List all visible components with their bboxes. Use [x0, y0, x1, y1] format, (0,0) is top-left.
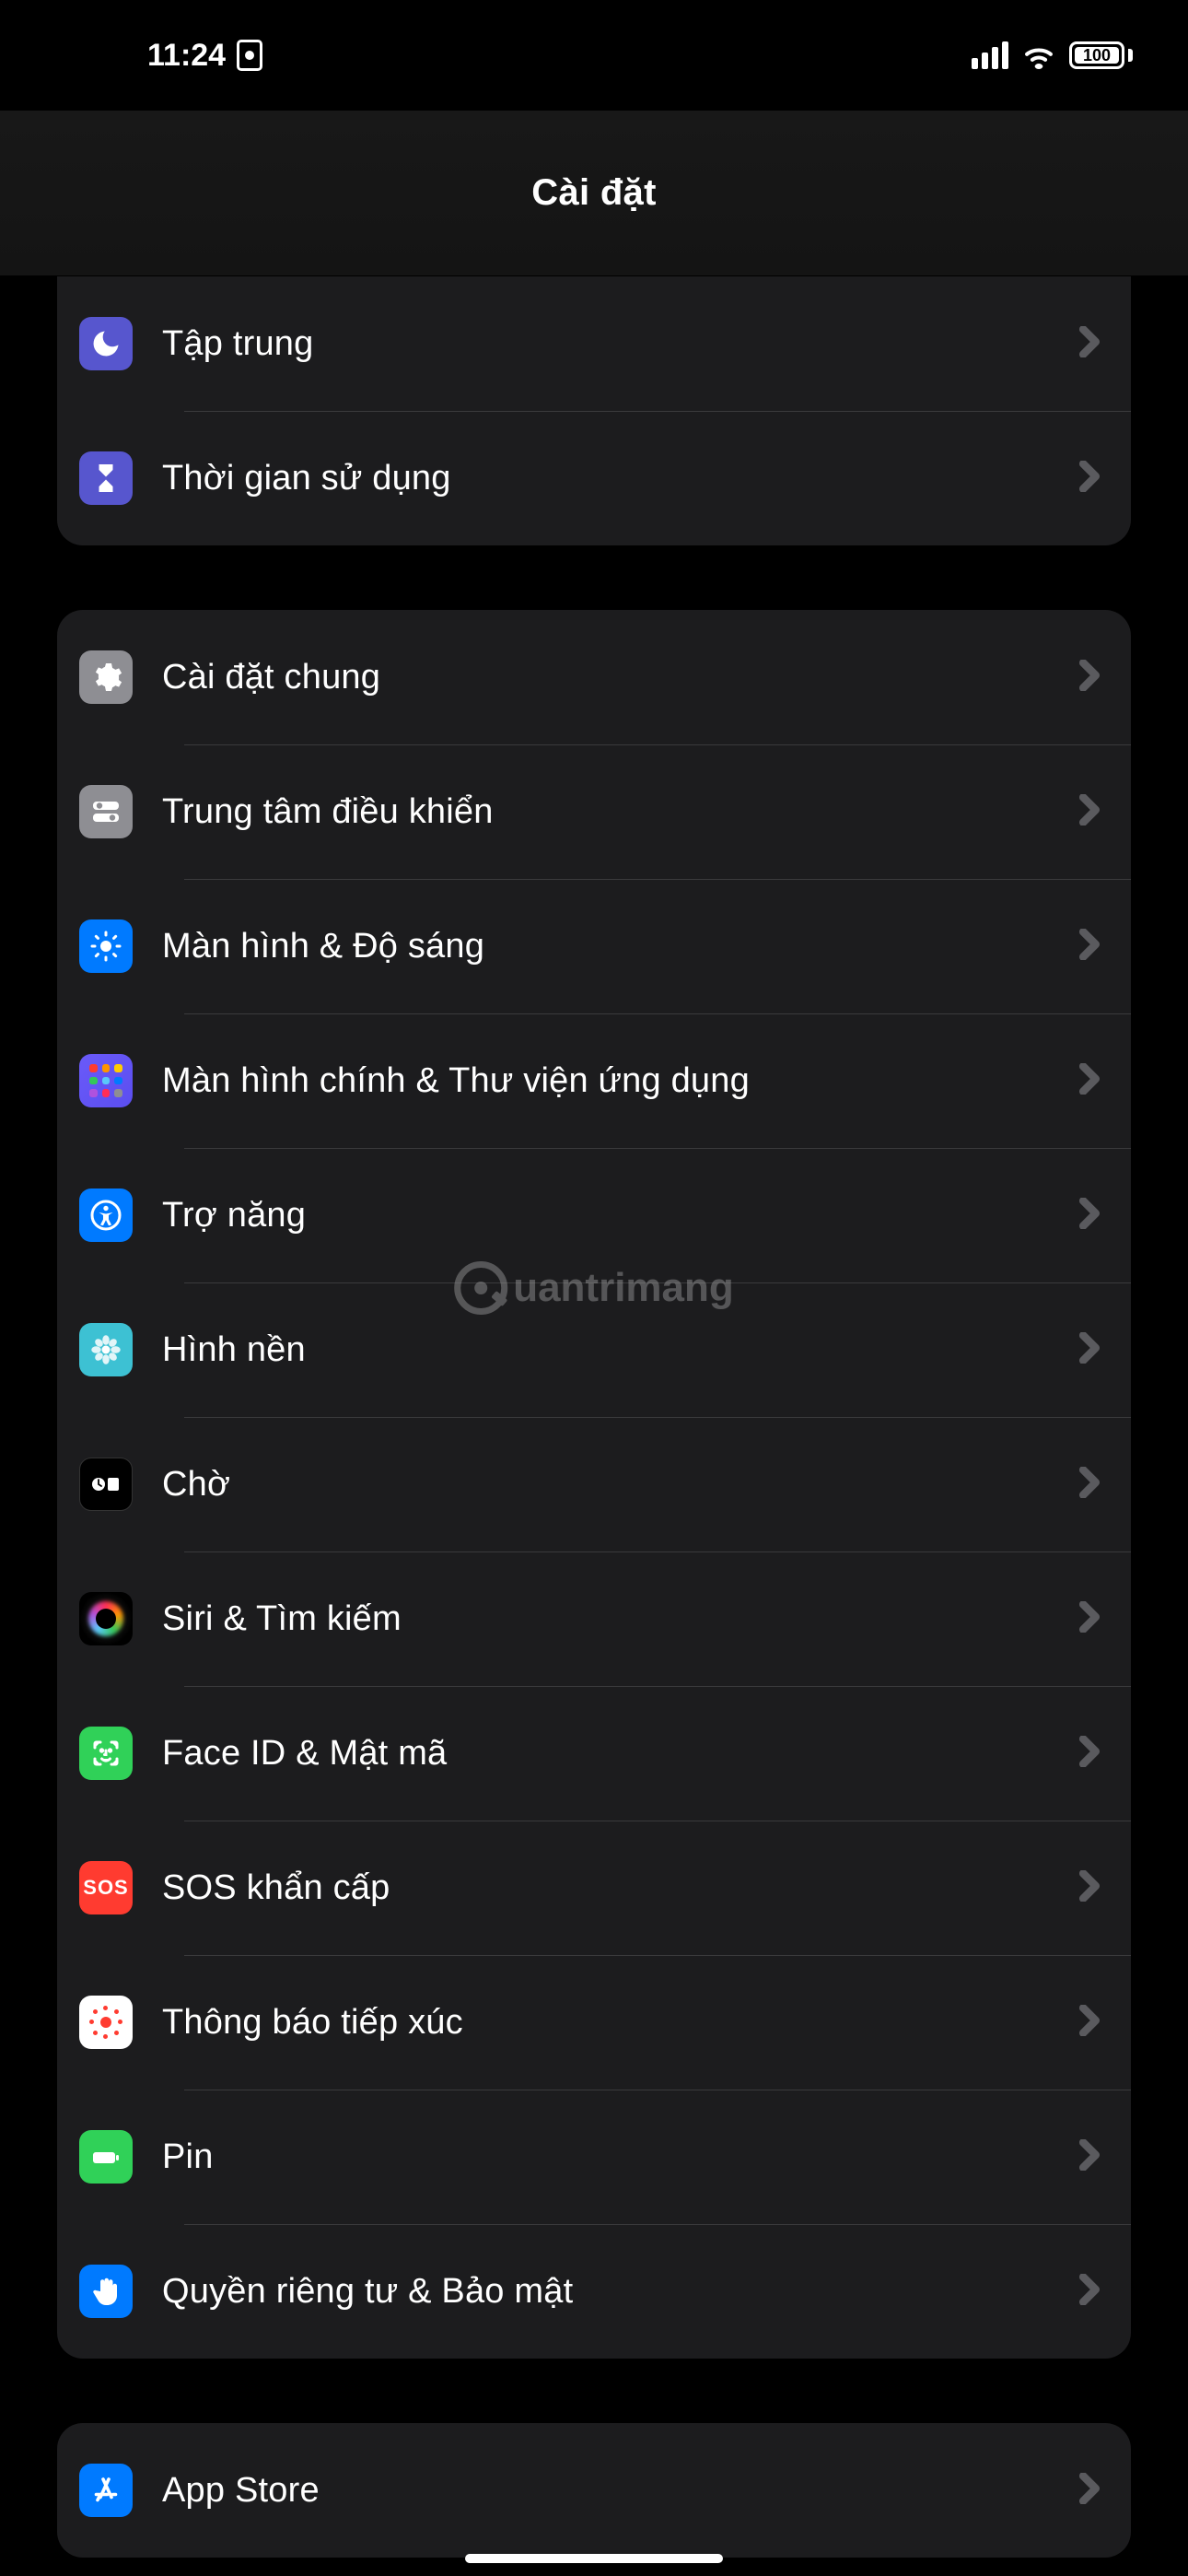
flower-icon [79, 1323, 133, 1376]
control-center-icon [79, 785, 133, 838]
gear-icon [79, 650, 133, 704]
row-label: Quyền riêng tư & Bảo mật [162, 2272, 1079, 2312]
row-label: Cài đặt chung [162, 658, 1079, 697]
row-label: Trợ năng [162, 1196, 1079, 1235]
chevron-right-icon [1079, 1198, 1100, 1234]
row-label: Siri & Tìm kiếm [162, 1599, 1079, 1639]
navigation-bar: Cài đặt [0, 111, 1188, 276]
row-privacy-security[interactable]: Quyền riêng tư & Bảo mật [57, 2224, 1131, 2359]
accessibility-icon [79, 1188, 133, 1242]
chevron-right-icon [1079, 2274, 1100, 2310]
chevron-right-icon [1079, 1736, 1100, 1772]
exposure-icon [79, 1996, 133, 2049]
row-label: App Store [162, 2471, 1079, 2511]
moon-icon [79, 317, 133, 370]
row-label: Thông báo tiếp xúc [162, 2003, 1079, 2043]
siri-icon [79, 1592, 133, 1645]
row-focus[interactable]: Tập trung [57, 276, 1131, 411]
chevron-right-icon [1079, 2139, 1100, 2175]
row-accessibility[interactable]: Trợ năng [57, 1148, 1131, 1282]
row-standby[interactable]: Chờ [57, 1417, 1131, 1551]
row-label: Pin [162, 2137, 1079, 2177]
chevron-right-icon [1079, 461, 1100, 497]
chevron-right-icon [1079, 1601, 1100, 1637]
row-siri-search[interactable]: Siri & Tìm kiếm [57, 1551, 1131, 1686]
hourglass-icon [79, 451, 133, 505]
chevron-right-icon [1079, 2005, 1100, 2041]
row-label: SOS khẩn cấp [162, 1868, 1079, 1908]
standby-icon [79, 1458, 133, 1511]
row-screen-time[interactable]: Thời gian sử dụng [57, 411, 1131, 545]
battery-icon [79, 2130, 133, 2184]
app-store-icon [79, 2464, 133, 2517]
settings-group-store: App Store [57, 2423, 1131, 2558]
row-emergency-sos[interactable]: SOS SOS khẩn cấp [57, 1821, 1131, 1955]
row-label: Chờ [162, 1465, 1079, 1505]
chevron-right-icon [1079, 1870, 1100, 1906]
row-label: Face ID & Mật mã [162, 1734, 1079, 1774]
settings-list[interactable]: Tập trung Thời gian sử dụng Cài đặt chun… [0, 276, 1188, 2576]
row-battery[interactable]: Pin [57, 2090, 1131, 2224]
hand-privacy-icon [79, 2265, 133, 2318]
wifi-icon [1021, 41, 1056, 69]
row-general[interactable]: Cài đặt chung [57, 610, 1131, 744]
status-left: 11:24 [147, 38, 262, 74]
page-title: Cài đặt [531, 172, 656, 214]
settings-group-general: Cài đặt chung Trung tâm điều khiển Màn h… [57, 610, 1131, 2359]
sos-icon: SOS [79, 1861, 133, 1914]
sim-card-icon [237, 40, 262, 71]
face-id-icon [79, 1727, 133, 1780]
chevron-right-icon [1079, 2473, 1100, 2509]
chevron-right-icon [1079, 326, 1100, 362]
row-label: Màn hình & Độ sáng [162, 927, 1079, 966]
chevron-right-icon [1079, 660, 1100, 696]
chevron-right-icon [1079, 929, 1100, 965]
row-control-center[interactable]: Trung tâm điều khiển [57, 744, 1131, 879]
row-exposure-notifications[interactable]: Thông báo tiếp xúc [57, 1955, 1131, 2090]
status-bar: 11:24 100 [0, 0, 1188, 111]
row-label: Tập trung [162, 324, 1079, 364]
row-display-brightness[interactable]: Màn hình & Độ sáng [57, 879, 1131, 1013]
status-time: 11:24 [147, 38, 226, 74]
row-home-screen[interactable]: Màn hình chính & Thư viện ứng dụng [57, 1013, 1131, 1148]
row-label: Trung tâm điều khiển [162, 792, 1079, 832]
row-app-store[interactable]: App Store [57, 2423, 1131, 2558]
chevron-right-icon [1079, 1332, 1100, 1368]
sos-text: SOS [83, 1876, 128, 1900]
status-right: 100 [972, 41, 1133, 69]
row-wallpaper[interactable]: Hình nền [57, 1282, 1131, 1417]
home-indicator[interactable] [465, 2554, 723, 2563]
chevron-right-icon [1079, 1467, 1100, 1503]
sun-icon [79, 919, 133, 973]
row-face-id-passcode[interactable]: Face ID & Mật mã [57, 1686, 1131, 1821]
battery-indicator: 100 [1069, 41, 1133, 69]
row-label: Màn hình chính & Thư viện ứng dụng [162, 1061, 1079, 1101]
settings-group-focus: Tập trung Thời gian sử dụng [57, 276, 1131, 545]
chevron-right-icon [1079, 794, 1100, 830]
row-label: Thời gian sử dụng [162, 459, 1079, 498]
settings-screen: 11:24 100 Cài đặt Tập trung [0, 0, 1188, 2576]
home-grid-icon [79, 1054, 133, 1107]
battery-level: 100 [1075, 47, 1119, 64]
chevron-right-icon [1079, 1063, 1100, 1099]
row-label: Hình nền [162, 1330, 1079, 1370]
cellular-signal-icon [972, 41, 1008, 69]
